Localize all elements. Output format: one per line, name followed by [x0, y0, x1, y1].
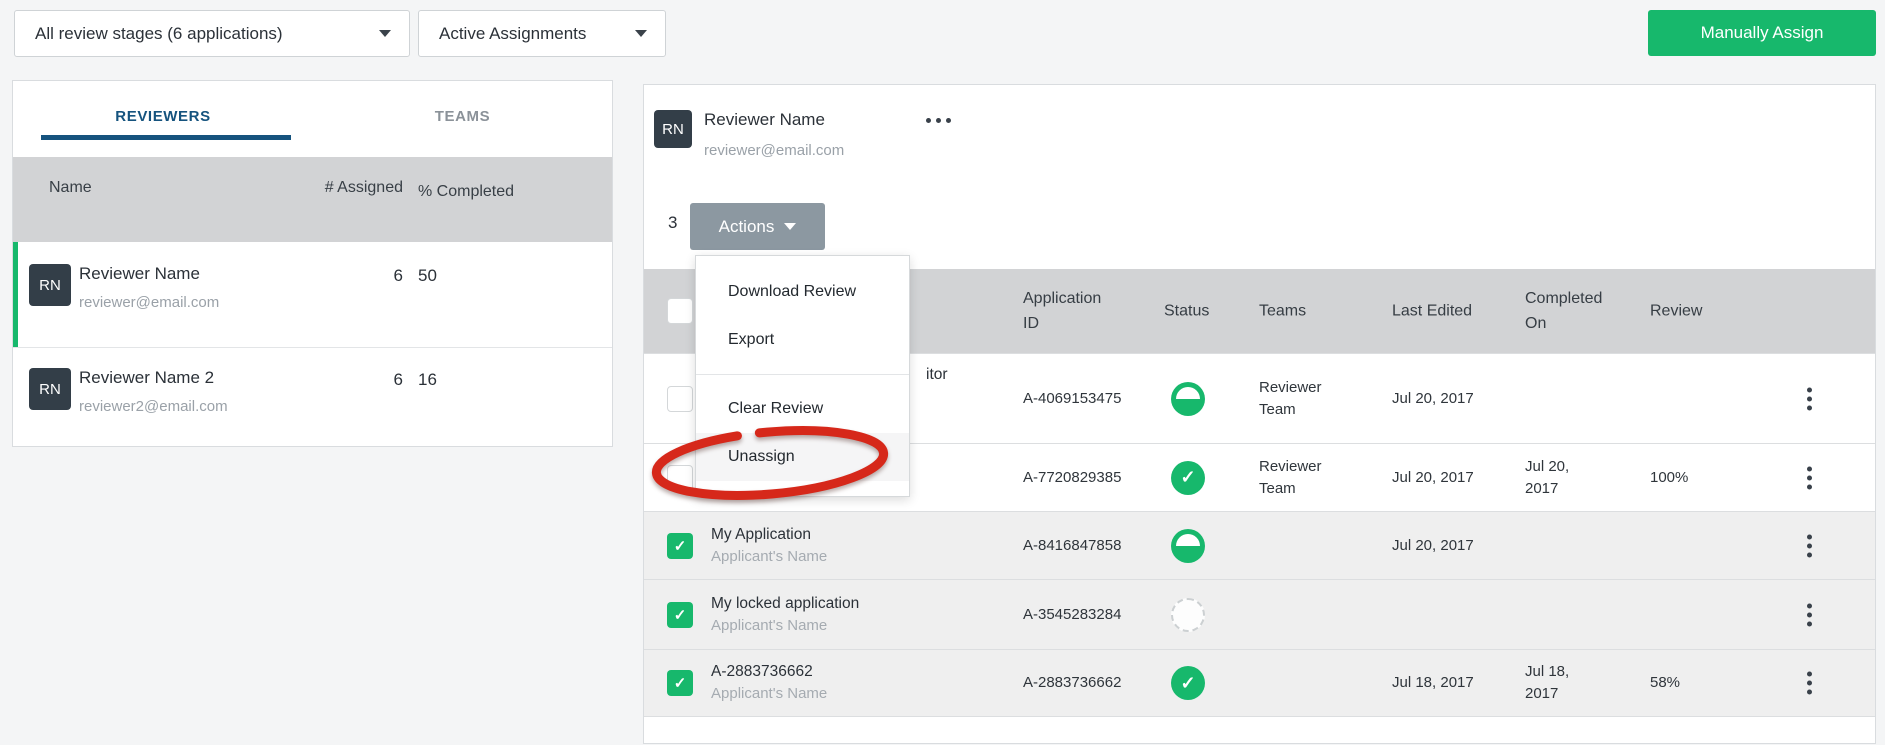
review-cell: 58% — [1650, 672, 1730, 694]
application-row[interactable]: ✓ A-2883736662 Applicant's Name A-288373… — [644, 649, 1875, 716]
reviewers-panel: REVIEWERS TEAMS Name # Assigned % Comple… — [12, 80, 613, 447]
status-complete-icon: ✓ — [1171, 461, 1205, 495]
application-name: A-2883736662 — [711, 661, 1001, 683]
completed-percent: 16 — [418, 370, 437, 390]
reviewer-row[interactable]: RN Reviewer Name 2 reviewer2@email.com 6… — [13, 348, 612, 446]
row-checkbox-checked[interactable]: ✓ — [667, 533, 693, 559]
chevron-down-icon — [379, 30, 391, 37]
reviewer-name: Reviewer Name — [79, 264, 200, 284]
applicant-name: Applicant's Name — [711, 683, 1001, 705]
row-menu-icon[interactable] — [1794, 534, 1824, 557]
last-edited-cell: Jul 20, 2017 — [1392, 467, 1510, 489]
menu-item-download-review[interactable]: Download Review — [696, 268, 909, 316]
row-checkbox-checked[interactable]: ✓ — [667, 602, 693, 628]
detail-reviewer-email: reviewer@email.com — [704, 142, 844, 159]
row-menu-icon[interactable] — [1794, 387, 1824, 410]
column-status: Status — [1164, 299, 1244, 324]
application-row[interactable]: ✓ My locked application Applicant's Name… — [644, 579, 1875, 649]
application-id: A-7720829385 — [1023, 467, 1123, 489]
row-checkbox-checked[interactable]: ✓ — [667, 670, 693, 696]
application-name: My Application — [711, 524, 1001, 546]
menu-item-unassign[interactable]: Unassign — [696, 433, 909, 481]
column-last-edited: Last Edited — [1392, 299, 1510, 324]
status-in-progress-icon — [1171, 529, 1205, 563]
teams-cell: Reviewer Team — [1259, 377, 1354, 421]
actions-button[interactable]: Actions — [690, 203, 825, 250]
status-complete-icon: ✓ — [1171, 666, 1205, 700]
manually-assign-button[interactable]: Manually Assign — [1648, 10, 1876, 56]
reviewers-table-header: Name # Assigned % Completed — [13, 157, 612, 242]
completed-on-cell: Jul 20, 2017 — [1525, 456, 1587, 500]
reviewer-email: reviewer2@email.com — [79, 398, 228, 415]
column-name: Name — [49, 179, 92, 197]
review-stage-filter-value: All review stages (6 applications) — [35, 24, 283, 44]
detail-reviewer-name: Reviewer Name — [704, 110, 825, 130]
last-edited-cell: Jul 20, 2017 — [1392, 388, 1510, 410]
actions-menu: Download Review Export Clear Review Unas… — [695, 255, 910, 497]
application-id: A-3545283284 — [1023, 604, 1123, 626]
row-menu-icon[interactable] — [1794, 466, 1824, 489]
selected-indicator — [13, 242, 18, 347]
column-assigned: # Assigned — [303, 179, 403, 197]
status-in-progress-icon — [1171, 382, 1205, 416]
row-menu-icon[interactable] — [1794, 672, 1824, 695]
application-name-fragment: itor — [926, 364, 1001, 386]
menu-divider — [696, 374, 909, 375]
avatar: RN — [654, 110, 692, 148]
menu-item-clear-review[interactable]: Clear Review — [696, 385, 909, 433]
assigned-count: 6 — [303, 370, 403, 390]
application-id: A-4069153475 — [1023, 388, 1123, 410]
tab-reviewers[interactable]: REVIEWERS — [13, 108, 313, 125]
completed-percent: 50 — [418, 266, 437, 286]
application-row-partial — [644, 716, 1875, 745]
assignment-filter-value: Active Assignments — [439, 24, 586, 44]
completed-on-cell: Jul 18, 2017 — [1525, 661, 1587, 705]
selected-count: 3 — [668, 213, 677, 233]
column-application-id: Application ID — [1023, 286, 1118, 336]
assignment-filter-dropdown[interactable]: Active Assignments — [418, 10, 666, 57]
row-checkbox[interactable] — [667, 465, 693, 491]
column-completed: % Completed — [418, 179, 528, 205]
column-completed-on: Completed On — [1525, 286, 1620, 336]
chevron-down-icon — [635, 30, 647, 37]
active-tab-underline — [41, 135, 291, 140]
applicant-name: Applicant's Name — [711, 615, 1001, 637]
row-menu-icon[interactable] — [1794, 603, 1824, 626]
review-stage-filter-dropdown[interactable]: All review stages (6 applications) — [14, 10, 410, 57]
review-cell: 100% — [1650, 467, 1730, 489]
more-options-icon[interactable] — [926, 118, 951, 123]
tab-teams[interactable]: TEAMS — [313, 108, 612, 125]
last-edited-cell: Jul 18, 2017 — [1392, 672, 1510, 694]
last-edited-cell: Jul 20, 2017 — [1392, 535, 1510, 557]
avatar: RN — [29, 368, 71, 410]
applicant-name: Applicant's Name — [711, 546, 1001, 568]
row-checkbox[interactable] — [667, 386, 693, 412]
assigned-count: 6 — [303, 266, 403, 286]
menu-item-export[interactable]: Export — [696, 316, 909, 364]
teams-cell: Reviewer Team — [1259, 456, 1354, 500]
reviewer-name: Reviewer Name 2 — [79, 368, 214, 388]
column-review: Review — [1650, 299, 1730, 324]
avatar: RN — [29, 264, 71, 306]
application-id: A-8416847858 — [1023, 535, 1123, 557]
chevron-down-icon — [784, 223, 796, 230]
application-id: A-2883736662 — [1023, 672, 1123, 694]
column-teams: Teams — [1259, 299, 1354, 324]
select-all-checkbox[interactable] — [667, 298, 693, 324]
application-row[interactable]: ✓ My Application Applicant's Name A-8416… — [644, 511, 1875, 579]
application-name: My locked application — [711, 593, 1001, 615]
reviewer-row[interactable]: RN Reviewer Name reviewer@email.com 6 50 — [13, 242, 612, 347]
status-pending-icon — [1171, 598, 1205, 632]
reviewer-email: reviewer@email.com — [79, 294, 219, 311]
